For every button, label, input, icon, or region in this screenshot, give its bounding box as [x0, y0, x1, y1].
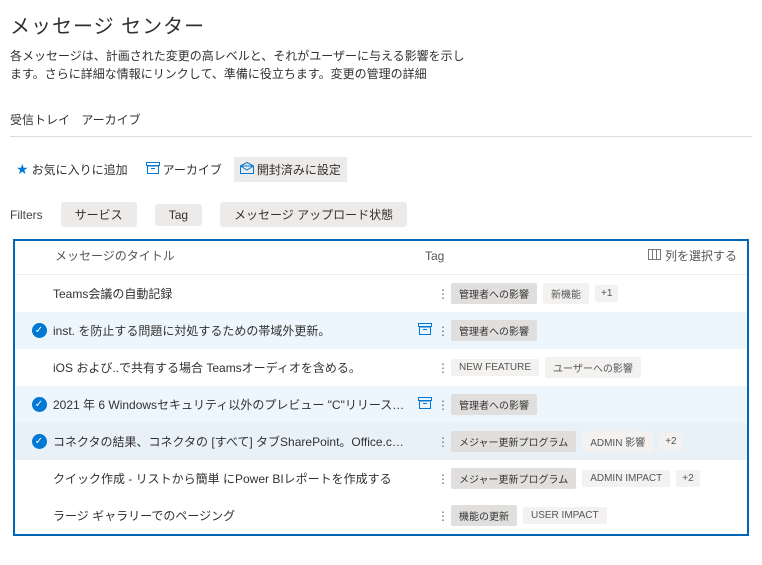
message-title[interactable]: iOS および..で共有する場合 Teamsオーディオを含める。 — [53, 359, 415, 376]
tag-badge: 管理者への影響 — [451, 283, 537, 304]
filters: Filters サービス Tag メッセージ アップロード状態 — [10, 202, 752, 227]
tag-badge: NEW FEATURE — [451, 359, 539, 376]
divider — [10, 136, 752, 137]
checkmark-icon: ✓ — [32, 397, 47, 412]
row-tags: メジャー更新プログラム ADMIN IMPACT +2 — [451, 468, 737, 489]
tag-more-badge: +1 — [595, 285, 618, 302]
row-tags: 管理者への影響 — [451, 320, 737, 341]
message-title[interactable]: inst. を防止する問題に対処するための帯域外更新。 — [53, 322, 415, 339]
row-tags: 管理者への影響新機能 +1 — [451, 283, 737, 304]
mark-read-button[interactable]: 開封済みに設定 — [234, 157, 347, 182]
message-title[interactable]: Teams会議の自動記録 — [53, 285, 415, 302]
archive-icon — [418, 397, 432, 412]
row-more-button[interactable]: ⋮ — [435, 472, 451, 486]
tag-badge: 管理者への影響 — [451, 320, 537, 341]
messages-table: メッセージのタイトル Tag 列を選択する Teams会議の自動記録⋮管理者への… — [13, 239, 749, 536]
tab-archive[interactable]: アーカイブ — [81, 113, 140, 127]
page-description: 各メッセージは、計画された変更の高レベルと、それがユーザーに与える影響を示します… — [10, 47, 470, 83]
table-row[interactable]: クイック作成 - リストから簡単 にPower BIレポートを作成する ⋮メジャー… — [15, 460, 747, 497]
table-row[interactable]: ラージ ギャラリーでのページング ⋮機能の更新 USER IMPACT — [15, 497, 747, 534]
star-icon: ★ — [16, 161, 29, 178]
checkmark-icon: ✓ — [32, 434, 47, 449]
archive-label: アーカイブ — [163, 161, 222, 178]
filters-label: Filters — [10, 208, 43, 222]
row-more-button[interactable]: ⋮ — [435, 324, 451, 338]
tag-badge: ADMIN IMPACT — [582, 470, 670, 487]
table-row[interactable]: ✓ inst. を防止する問題に対処するための帯域外更新。 ⋮管理者への影響 — [15, 312, 747, 349]
favorite-label: お気に入りに追加 — [32, 161, 128, 178]
checkmark-icon: ✓ — [32, 323, 47, 338]
row-more-button[interactable]: ⋮ — [435, 361, 451, 375]
archive-icon — [418, 323, 432, 338]
tag-badge: 新機能 — [543, 283, 589, 304]
archive-icon — [146, 162, 160, 177]
tag-badge: ADMIN 影響 — [582, 431, 653, 452]
col-title-header[interactable]: メッセージのタイトル — [55, 247, 425, 264]
favorite-button[interactable]: ★ お気に入りに追加 — [10, 157, 134, 182]
tag-badge: メジャー更新プログラム — [451, 431, 576, 452]
message-title[interactable]: 2021 年 6 Windowsセキュリティ以外のプレビュー "C"リリースは … — [53, 396, 415, 413]
row-tags: NEW FEATURE ユーザーへの影響 — [451, 357, 737, 378]
row-archive-cell[interactable] — [415, 323, 435, 338]
row-archive-cell[interactable] — [415, 397, 435, 412]
tabs: 受信トレイ アーカイブ — [10, 111, 752, 128]
tag-more-badge: +2 — [676, 470, 699, 487]
tag-more-badge: +2 — [659, 433, 682, 450]
filter-tag[interactable]: Tag — [155, 204, 202, 226]
table-row[interactable]: ✓ 2021 年 6 Windowsセキュリティ以外のプレビュー "C"リリースは… — [15, 386, 747, 423]
columns-icon — [648, 249, 661, 263]
archive-button[interactable]: アーカイブ — [140, 157, 228, 182]
table-row[interactable]: ✓ コネクタの結果、コネクタの [すべて] タブSharePoint。Office… — [15, 423, 747, 460]
message-title[interactable]: コネクタの結果、コネクタの [すべて] タブSharePoint。Office.… — [53, 433, 415, 450]
row-checkbox[interactable]: ✓ — [25, 323, 53, 338]
mail-open-icon — [240, 162, 254, 177]
table-header: メッセージのタイトル Tag 列を選択する — [15, 241, 747, 275]
column-chooser-label: 列を選択する — [665, 247, 737, 264]
row-tags: 管理者への影響 — [451, 394, 737, 415]
table-row[interactable]: iOS および..で共有する場合 Teamsオーディオを含める。 ⋮NEW FEA… — [15, 349, 747, 386]
table-row[interactable]: Teams会議の自動記録 ⋮管理者への影響新機能 +1 — [15, 275, 747, 312]
tag-badge: ユーザーへの影響 — [545, 357, 641, 378]
mark-read-label: 開封済みに設定 — [257, 161, 341, 178]
column-chooser-button[interactable]: 列を選択する — [648, 247, 737, 264]
tag-badge: メジャー更新プログラム — [451, 468, 576, 489]
row-tags: 機能の更新 USER IMPACT — [451, 505, 737, 526]
row-tags: メジャー更新プログラム ADMIN 影響 +2 — [451, 431, 737, 452]
tab-inbox[interactable]: 受信トレイ — [10, 113, 70, 127]
tag-badge: USER IMPACT — [523, 507, 607, 524]
page-title: メッセージ センター — [10, 10, 752, 39]
filter-service[interactable]: サービス — [61, 202, 137, 227]
row-more-button[interactable]: ⋮ — [435, 398, 451, 412]
tag-badge: 機能の更新 — [451, 505, 517, 526]
message-title[interactable]: ラージ ギャラリーでのページング — [53, 507, 415, 524]
row-checkbox[interactable]: ✓ — [25, 434, 53, 449]
row-checkbox[interactable]: ✓ — [25, 397, 53, 412]
row-more-button[interactable]: ⋮ — [435, 287, 451, 301]
toolbar: ★ お気に入りに追加 アーカイブ 開封済みに設定 — [10, 157, 752, 182]
row-more-button[interactable]: ⋮ — [435, 435, 451, 449]
col-tag-header[interactable]: Tag — [425, 249, 648, 263]
filter-upload-state[interactable]: メッセージ アップロード状態 — [220, 202, 407, 227]
tag-badge: 管理者への影響 — [451, 394, 537, 415]
message-title[interactable]: クイック作成 - リストから簡単 にPower BIレポートを作成する — [53, 470, 415, 487]
row-more-button[interactable]: ⋮ — [435, 509, 451, 523]
